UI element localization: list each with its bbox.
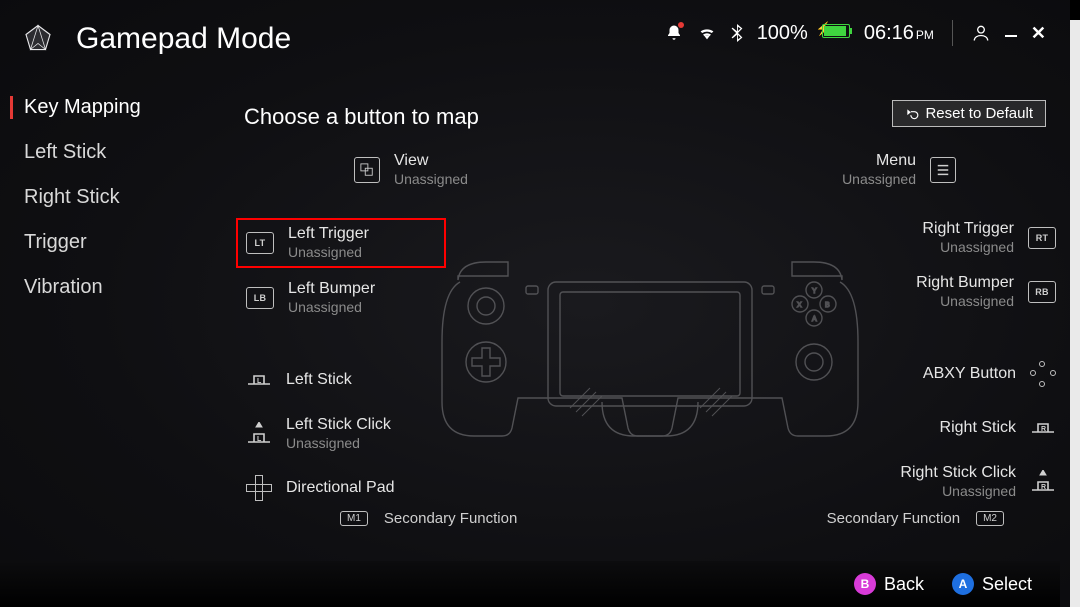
- sidebar-item-left-stick[interactable]: Left Stick: [10, 139, 210, 166]
- mapping-right-column: MenuUnassigned Right TriggerUnassigned R…: [826, 150, 1056, 516]
- left-stick-icon: L: [246, 367, 272, 393]
- svg-text:R: R: [1041, 484, 1046, 491]
- wifi-icon[interactable]: [697, 25, 717, 41]
- view-icon: [354, 157, 380, 183]
- app-header: Gamepad Mode 100% ⚡ 06:16PM ✕: [20, 16, 1050, 62]
- svg-text:A: A: [812, 316, 817, 323]
- m2-icon: M2: [976, 511, 1004, 526]
- abxy-icon: [1030, 361, 1056, 387]
- map-view[interactable]: ViewUnassigned: [354, 150, 446, 190]
- map-left-stick-click[interactable]: L Left Stick ClickUnassigned: [246, 414, 446, 454]
- map-m1-secondary[interactable]: M1 Secondary Function: [340, 510, 517, 527]
- notification-bell-icon[interactable]: [665, 24, 683, 42]
- map-right-stick-click[interactable]: Right Stick ClickUnassigned R: [826, 462, 1056, 502]
- footer-select-button[interactable]: A Select: [952, 573, 1032, 595]
- sidebar-item-right-stick[interactable]: Right Stick: [10, 184, 210, 211]
- map-right-bumper[interactable]: Right BumperUnassigned RB: [826, 272, 1056, 312]
- app-window: Gamepad Mode 100% ⚡ 06:16PM ✕: [0, 0, 1070, 607]
- dpad-icon: [246, 475, 272, 501]
- header-divider: [952, 20, 953, 46]
- map-m2-secondary[interactable]: Secondary Function M2: [827, 510, 1004, 527]
- settings-sidebar: Key Mapping Left Stick Right Stick Trigg…: [10, 94, 210, 301]
- map-left-bumper[interactable]: LB Left BumperUnassigned: [246, 278, 446, 318]
- svg-text:L: L: [257, 378, 262, 385]
- rt-icon: RT: [1028, 227, 1056, 249]
- map-abxy-button[interactable]: ABXY Button: [826, 354, 1056, 394]
- menu-icon: [930, 157, 956, 183]
- svg-text:X: X: [797, 302, 802, 309]
- lb-icon: LB: [246, 287, 274, 309]
- app-close-button[interactable]: ✕: [1031, 23, 1046, 44]
- left-stick-click-icon: L: [246, 421, 272, 447]
- map-menu[interactable]: MenuUnassigned: [826, 150, 956, 190]
- rb-icon: RB: [1028, 281, 1056, 303]
- sidebar-item-trigger[interactable]: Trigger: [10, 229, 210, 256]
- app-logo-icon: [20, 21, 56, 57]
- svg-text:R: R: [1041, 426, 1046, 433]
- mapping-left-column: ViewUnassigned LT Left TriggerUnassigned…: [246, 150, 446, 522]
- reset-to-default-button[interactable]: Reset to Default: [892, 100, 1046, 127]
- app-minimize-button[interactable]: [1005, 29, 1017, 37]
- gamepad-diagram: Y A X B: [440, 258, 860, 446]
- page-title: Gamepad Mode: [76, 22, 291, 56]
- battery-icon: [822, 24, 850, 38]
- svg-text:B: B: [825, 302, 830, 309]
- map-directional-pad[interactable]: Directional Pad: [246, 468, 446, 508]
- profile-icon[interactable]: [971, 23, 991, 43]
- sidebar-item-key-mapping[interactable]: Key Mapping: [10, 94, 210, 121]
- map-left-trigger[interactable]: LT Left TriggerUnassigned: [236, 218, 446, 268]
- status-bar: 100% ⚡ 06:16PM ✕: [665, 20, 1046, 46]
- window-scrollbar-track[interactable]: [1070, 0, 1080, 607]
- map-right-trigger[interactable]: Right TriggerUnassigned RT: [826, 218, 1056, 258]
- bluetooth-icon[interactable]: [731, 24, 743, 42]
- right-stick-icon: R: [1030, 415, 1056, 441]
- footer-bar: B Back A Select: [0, 561, 1060, 607]
- lt-icon: LT: [246, 232, 274, 254]
- map-left-stick[interactable]: L Left Stick: [246, 360, 446, 400]
- b-button-icon: B: [854, 573, 876, 595]
- map-right-stick[interactable]: Right Stick R: [826, 408, 1056, 448]
- m1-icon: M1: [340, 511, 368, 526]
- svg-text:Y: Y: [812, 288, 817, 295]
- svg-text:L: L: [257, 436, 262, 443]
- a-button-icon: A: [952, 573, 974, 595]
- section-heading: Choose a button to map: [244, 104, 479, 130]
- sidebar-item-vibration[interactable]: Vibration: [10, 274, 210, 301]
- right-stick-click-icon: R: [1030, 469, 1056, 495]
- reset-icon: [905, 107, 919, 121]
- clock-time: 06:16PM: [864, 22, 934, 45]
- footer-back-button[interactable]: B Back: [854, 573, 924, 595]
- battery-percentage: 100%: [757, 22, 808, 45]
